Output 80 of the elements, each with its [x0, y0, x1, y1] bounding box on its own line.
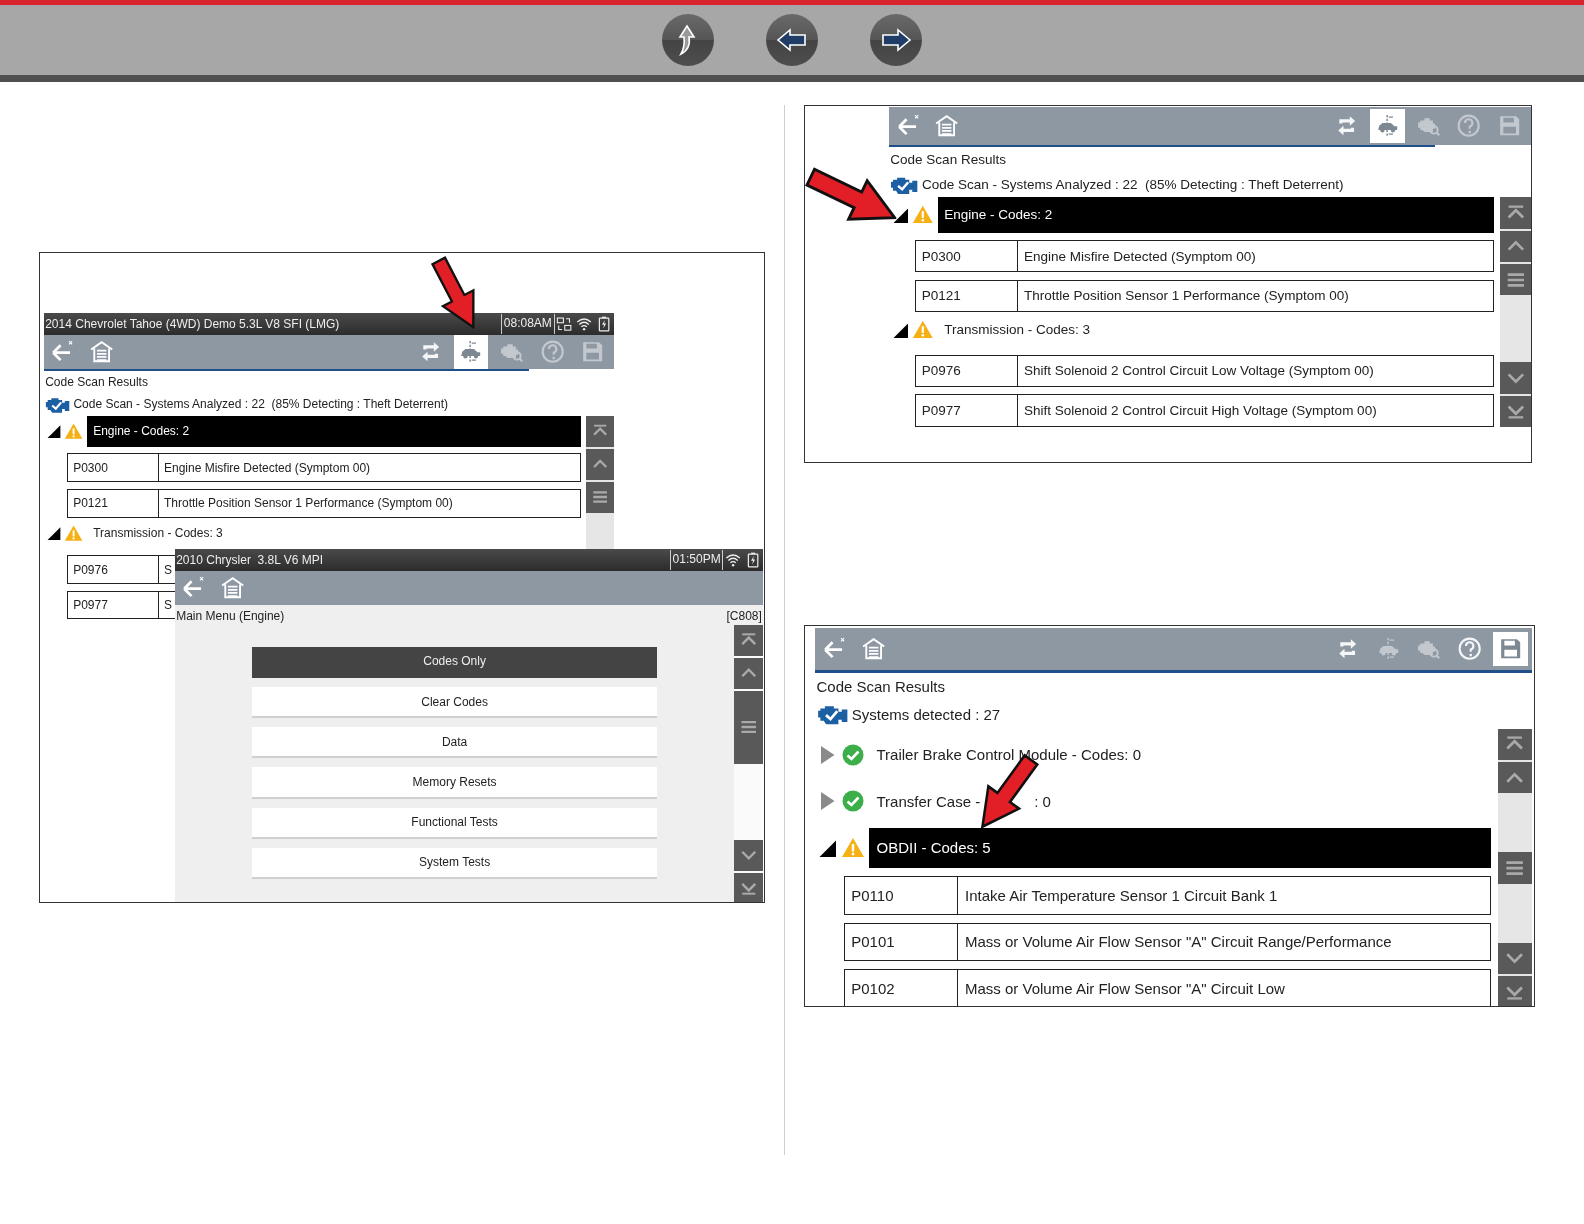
menu-item[interactable]: Clear Codes	[251, 686, 658, 719]
scroll-menu-button[interactable]	[1499, 264, 1531, 296]
scan-summary: Code Scan - Systems Analyzed : 22 (85% Detecting : Theft Deterrent)	[922, 177, 1344, 193]
car-scan-button[interactable]	[453, 334, 489, 370]
scroll-top-button[interactable]	[1497, 728, 1532, 760]
screen-title: Main Menu (Engine)	[176, 608, 285, 624]
code-cell: P0102	[844, 969, 959, 1006]
scroll-menu-button[interactable]	[586, 481, 614, 514]
scroll-down-button[interactable]	[734, 839, 763, 871]
system-label[interactable]: Transfer Case -	[876, 792, 981, 810]
system-label: Engine - Codes: 2	[93, 424, 190, 439]
code-cell: P0300	[67, 453, 159, 483]
description-cell: Intake Air Temperature Sensor 1 Circuit Bank 1	[958, 876, 1491, 915]
scroll-bottom-button[interactable]	[1499, 395, 1531, 427]
code-cell: P0977	[915, 394, 1018, 427]
scroll-top-button[interactable]	[734, 624, 763, 656]
scroll-up-button[interactable]	[734, 657, 763, 689]
menu-item[interactable]: Memory Resets	[251, 767, 658, 799]
code-cell: P0121	[915, 279, 1018, 313]
triangle-icon[interactable]	[891, 321, 908, 338]
help-icon	[1456, 113, 1482, 139]
scroll-top-button[interactable]	[586, 415, 614, 447]
menu-item[interactable]: System Tests	[251, 847, 658, 879]
system-label: Engine - Codes: 2	[944, 207, 1053, 223]
code-cell: P0977	[67, 590, 159, 620]
scan-summary: Systems detected : 27	[851, 705, 1001, 723]
scroll-up-button[interactable]	[1497, 762, 1532, 794]
screen-code: [C808]	[726, 608, 762, 624]
screen-title: Code Scan Results	[816, 678, 945, 697]
code-cell: P0976	[67, 555, 159, 585]
system-header[interactable]: OBDII - Codes: 5	[869, 827, 1491, 868]
vehicle-name: 2010 Chrysler 3.8L V6 MPI	[176, 553, 325, 568]
clock-time: 01:50PM	[669, 550, 724, 570]
description-cell: Shift Solenoid 2 Control Circuit Low Voltage (Symptom 00)	[1017, 354, 1494, 388]
description-cell: Mass or Volume Air Flow Sensor "A" Circuit Low	[958, 969, 1491, 1006]
scroll-bottom-button[interactable]	[1497, 976, 1532, 1006]
wifi-icon	[576, 316, 593, 333]
system-label: OBDII - Codes: 5	[876, 839, 991, 857]
menu-item[interactable]: Data	[251, 727, 658, 759]
back-arrow-button[interactable]	[766, 14, 818, 66]
triangle-icon[interactable]	[891, 206, 908, 224]
code-cell: P0110	[844, 876, 959, 915]
scroll-up-button[interactable]	[1499, 230, 1531, 263]
description-cell: Engine Misfire Detected (Symptom 00)	[1017, 239, 1494, 273]
scroll-down-button[interactable]	[1497, 942, 1532, 974]
menu-item[interactable]: Functional Tests	[251, 807, 658, 839]
menu-item[interactable]: Codes Only	[251, 646, 658, 678]
triangle-icon[interactable]	[818, 838, 836, 857]
code-cell: P0976	[915, 354, 1018, 388]
triangle-icon[interactable]	[46, 423, 61, 439]
description-cell: Engine Misfire Detected (Symptom 00)	[158, 453, 581, 483]
help-icon	[1456, 636, 1483, 662]
code-cell: P0101	[844, 922, 959, 961]
system-label[interactable]: Transmission - Codes: 3	[93, 526, 223, 541]
scan-summary: Code Scan - Systems Analyzed : 22 (85% Detecting : Theft Deterrent)	[73, 397, 448, 412]
system-header[interactable]: Engine - Codes: 2	[87, 415, 581, 447]
triangle-icon[interactable]	[46, 525, 61, 541]
scroll-menu-button[interactable]	[1497, 852, 1532, 884]
system-label[interactable]: : 0	[1034, 792, 1051, 810]
scroll-top-button[interactable]	[1499, 197, 1531, 229]
screen-title: Code Scan Results	[45, 375, 148, 390]
clock-time: 08:08AM	[501, 314, 555, 334]
description-cell: Throttle Position Sensor 1 Performance (Symptom 00)	[158, 488, 581, 518]
description-cell: Throttle Position Sensor 1 Performance (Symptom 00)	[1017, 279, 1494, 313]
vehicle-name: 2014 Chevrolet Tahoe (4WD) Demo 5.3L V8 SFI (LMG)	[45, 317, 341, 332]
code-cell: P0121	[67, 488, 159, 518]
up-arrow-button[interactable]	[662, 14, 714, 66]
forward-arrow-button[interactable]	[870, 14, 922, 66]
system-label[interactable]: Transmission - Codes: 3	[944, 322, 1091, 338]
scroll-bottom-button[interactable]	[734, 872, 763, 902]
system-header[interactable]: Engine - Codes: 2	[937, 197, 1494, 233]
scroll-up-button[interactable]	[586, 448, 614, 480]
help-icon	[539, 339, 566, 365]
scroll-menu-button[interactable]	[734, 690, 763, 765]
code-cell: P0300	[915, 239, 1018, 273]
scroll-down-button[interactable]	[1499, 362, 1531, 394]
wifi-icon	[725, 552, 742, 569]
description-cell: Mass or Volume Air Flow Sensor "A" Circuit Range/Performance	[958, 922, 1491, 961]
description-cell: Shift Solenoid 2 Control Circuit High Voltage (Symptom 00)	[1017, 394, 1494, 427]
screen-title: Code Scan Results	[890, 152, 1006, 169]
